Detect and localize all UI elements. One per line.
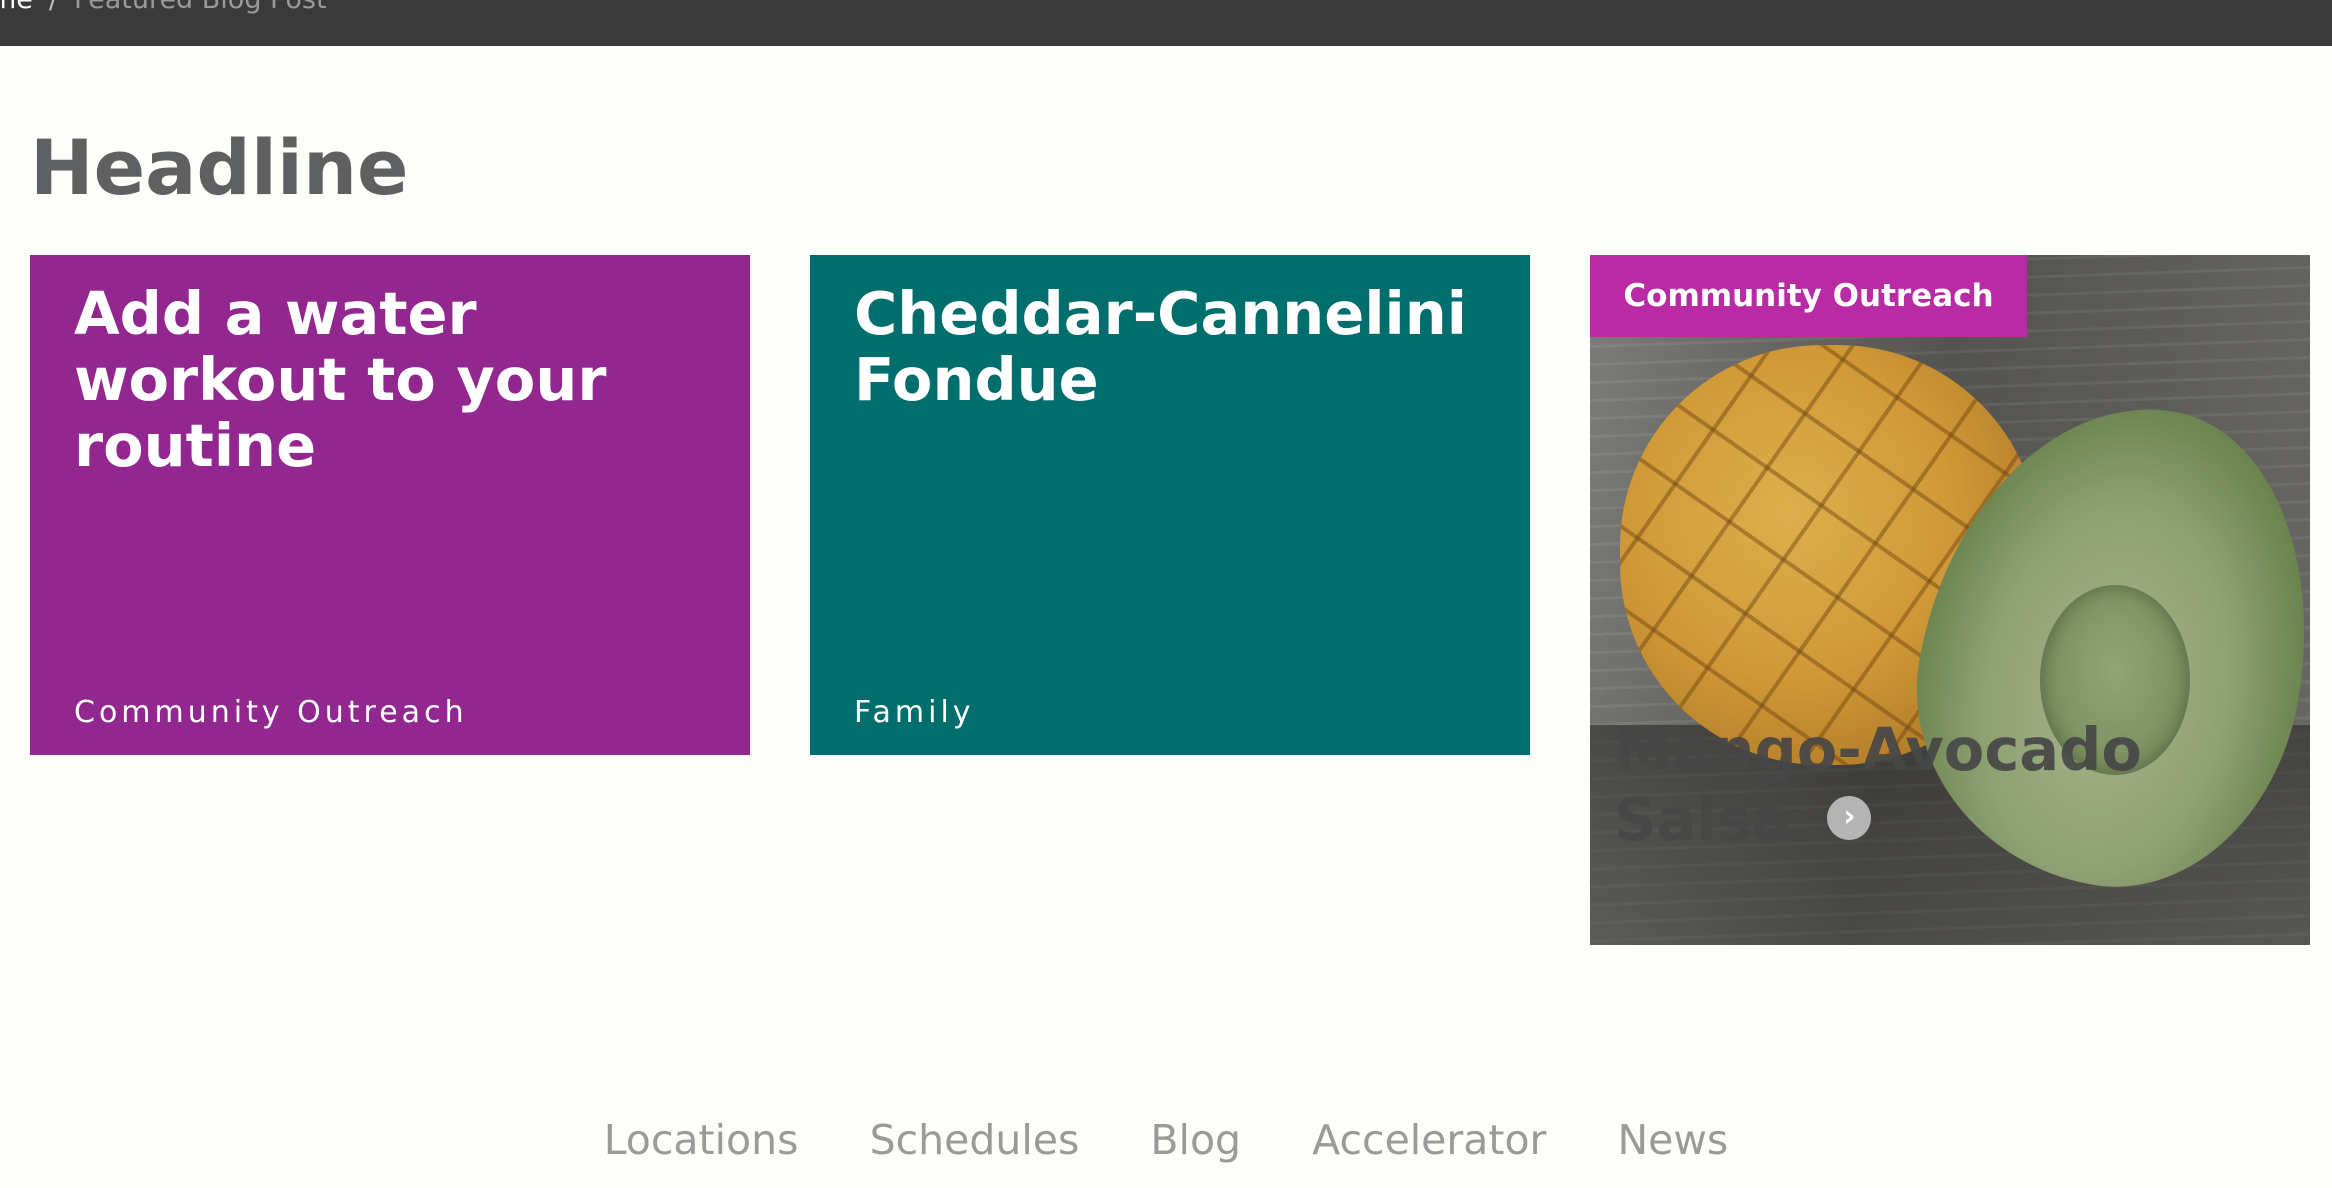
- breadcrumb-home-link[interactable]: me: [0, 0, 33, 15]
- footer-nav: Locations Schedules Blog Accelerator New…: [0, 1110, 2332, 1170]
- footer-link-news[interactable]: News: [1618, 1110, 1729, 1170]
- breadcrumb-current: Featured Blog Post: [74, 0, 327, 15]
- blog-card-title[interactable]: Add a water workout to your routine: [74, 281, 720, 479]
- footer-link-accelerator[interactable]: Accelerator: [1312, 1110, 1546, 1170]
- blog-card-fondue[interactable]: Cheddar-Cannelini Fondue Family: [810, 255, 1530, 755]
- featured-blog-card-mango-salsa[interactable]: Community Outreach Mango-Avocado Salsa ›: [1590, 255, 2310, 945]
- footer-link-locations[interactable]: Locations: [604, 1110, 799, 1170]
- breadcrumb: me / Featured Blog Post: [0, 0, 327, 13]
- chevron-right-icon[interactable]: ›: [1827, 795, 1872, 840]
- blog-card-title[interactable]: Cheddar-Cannelini Fondue: [854, 281, 1500, 413]
- blog-card-water-workout[interactable]: Add a water workout to your routine Comm…: [30, 255, 750, 755]
- blog-card-category: Community Outreach: [74, 695, 468, 730]
- blog-card-category: Family: [854, 695, 975, 730]
- footer-link-schedules[interactable]: Schedules: [870, 1110, 1080, 1170]
- category-badge[interactable]: Community Outreach: [1590, 255, 2027, 337]
- featured-card-title-text[interactable]: Mango-Avocado Salsa: [1614, 715, 2142, 854]
- footer-link-blog[interactable]: Blog: [1150, 1110, 1241, 1170]
- featured-card-title[interactable]: Mango-Avocado Salsa ›: [1614, 715, 2214, 855]
- breadcrumb-separator: /: [49, 0, 58, 15]
- top-bar: me / Featured Blog Post: [0, 0, 2332, 46]
- page-headline: Headline: [30, 123, 409, 212]
